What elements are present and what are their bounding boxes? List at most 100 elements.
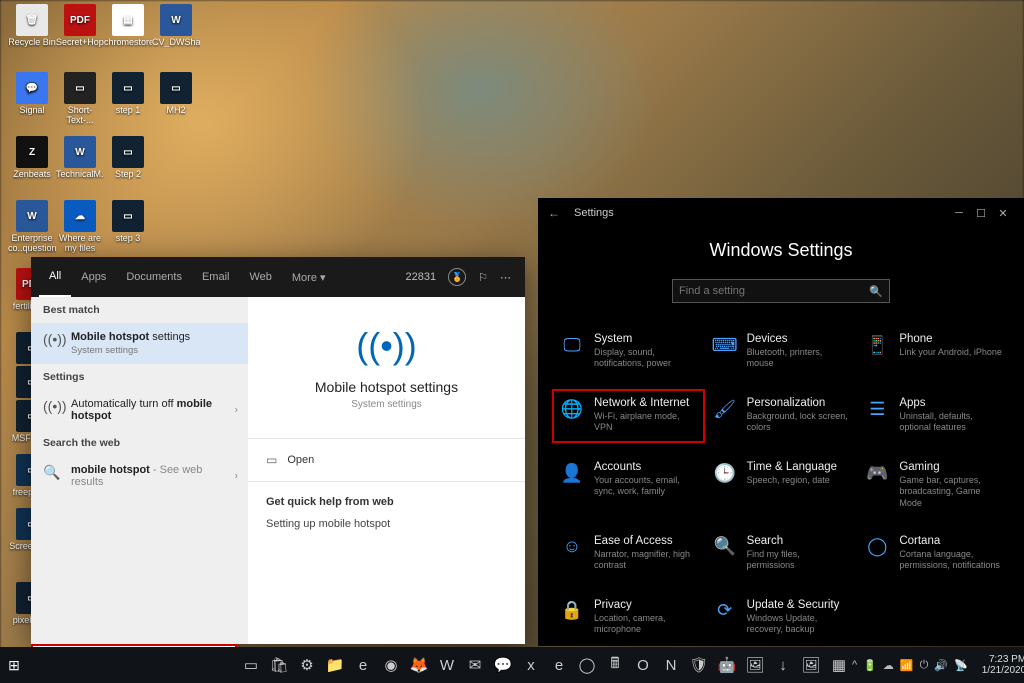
desktop-icon[interactable]: ▭step 1 <box>104 72 152 116</box>
desktop-icon[interactable]: ▭Short-Text-... <box>56 72 104 126</box>
settings-header: Settings <box>31 364 248 390</box>
taskbar-app-edge[interactable]: e <box>350 647 376 683</box>
desktop-icon[interactable]: 💬Signal <box>8 72 56 116</box>
category-search[interactable]: 🔍SearchFind my files, permissions <box>705 527 858 581</box>
help-link-setup-hotspot[interactable]: Setting up mobile hotspot <box>248 514 525 540</box>
search-icon: 🔍 <box>43 464 61 481</box>
search-tab-documents[interactable]: Documents <box>116 257 192 297</box>
close-button[interactable]: ✕ <box>992 207 1014 220</box>
minimize-button[interactable]: ─ <box>948 207 970 219</box>
desktop-icon[interactable]: ▭Step 2 <box>104 136 152 180</box>
taskbar-app-firefox[interactable]: 🦊 <box>406 647 432 683</box>
hotspot-icon: ((•)) <box>248 325 525 367</box>
taskbar-app-android[interactable]: 🤖 <box>714 647 740 683</box>
back-button[interactable]: ← <box>548 206 560 220</box>
taskbar-app-defender[interactable]: 🛡 <box>686 647 712 683</box>
tray-icon[interactable]: ⏻ <box>920 659 929 672</box>
result-auto-turn-off-hotspot[interactable]: ((•)) Automatically turn off mobile hots… <box>31 390 248 430</box>
taskbar-app-mail[interactable]: ✉ <box>462 647 488 683</box>
category-icon: ☺ <box>560 535 584 559</box>
taskbar-clock[interactable]: 7:23 PM 1/21/2020 <box>976 654 1024 676</box>
category-icon: 🔍 <box>713 535 737 559</box>
search-tab-email[interactable]: Email <box>192 257 240 297</box>
category-icon: 🕒 <box>713 461 737 485</box>
desktop-icon[interactable]: WEnterprise co..questions <box>8 200 56 254</box>
taskbar-app-word[interactable]: W <box>434 647 460 683</box>
search-tab-web[interactable]: Web <box>239 257 281 297</box>
category-cortana[interactable]: ◯CortanaCortana language, permissions, n… <box>857 527 1010 581</box>
category-accounts[interactable]: 👤AccountsYour accounts, email, sync, wor… <box>552 453 705 517</box>
taskbar-app-task-view[interactable]: ▭ <box>238 647 264 683</box>
taskbar-app-gallery2[interactable]: 🖼 <box>798 647 824 683</box>
open-button[interactable]: ▭ Open <box>248 439 525 482</box>
settings-titlebar[interactable]: ← Settings ─ ☐ ✕ <box>538 198 1024 228</box>
category-icon: ⟳ <box>713 599 737 623</box>
category-personalization[interactable]: 🖌PersonalizationBackground, lock screen,… <box>705 389 858 443</box>
tray-icon[interactable]: ^ <box>852 659 857 671</box>
taskbar-app-store[interactable]: 🛍 <box>266 647 292 683</box>
taskbar-app-xbox[interactable]: x <box>518 647 544 683</box>
category-network-internet[interactable]: 🌐Network & InternetWi-Fi, airplane mode,… <box>552 389 705 443</box>
rewards-points[interactable]: 22831 <box>406 271 437 283</box>
tray-icon[interactable]: 🔊 <box>934 659 948 672</box>
category-devices[interactable]: ⌨DevicesBluetooth, printers, mouse <box>705 325 858 379</box>
more-icon[interactable]: ⋯ <box>500 271 511 284</box>
settings-search-box[interactable]: 🔍 <box>672 279 890 303</box>
category-icon: 🖵 <box>560 333 584 357</box>
search-tab-apps[interactable]: Apps <box>71 257 116 297</box>
taskbar-app-app3[interactable]: ▦ <box>826 647 852 683</box>
search-tab-more[interactable]: More ▾ <box>282 257 336 297</box>
result-mobile-hotspot-settings[interactable]: ((•)) Mobile hotspot settings System set… <box>31 323 248 364</box>
taskbar-app-onenote[interactable]: N <box>658 647 684 683</box>
desktop-icon[interactable]: ☁Where are my files <box>56 200 104 254</box>
start-button[interactable]: ⊞ <box>0 647 28 683</box>
desktop-icon[interactable]: PDFSecret+Hop... <box>56 4 104 48</box>
search-tab-all[interactable]: All <box>39 257 71 297</box>
taskbar-app-outlook[interactable]: O <box>630 647 656 683</box>
desktop-icon[interactable]: WTechnicalM... <box>56 136 104 180</box>
category-system[interactable]: 🖵SystemDisplay, sound, notifications, po… <box>552 325 705 379</box>
system-tray[interactable]: ^ 🔋 ☁ 📶 ⏻ 🔊 📡 <box>852 659 968 672</box>
category-apps[interactable]: ☰AppsUninstall, defaults, optional featu… <box>857 389 1010 443</box>
taskbar-app-explorer[interactable]: 📁 <box>322 647 348 683</box>
quick-help-header: Get quick help from web <box>248 482 525 514</box>
category-phone[interactable]: 📱PhoneLink your Android, iPhone <box>857 325 1010 379</box>
window-title: Settings <box>574 207 614 219</box>
feedback-icon[interactable]: ⚐ <box>478 271 488 284</box>
settings-heading: Windows Settings <box>538 228 1024 279</box>
desktop-icon[interactable]: ▭step 3 <box>104 200 152 244</box>
category-time-language[interactable]: 🕒Time & LanguageSpeech, region, date <box>705 453 858 517</box>
desktop-icon[interactable]: WCV_DWShal... <box>152 4 200 48</box>
taskbar-app-torrent[interactable]: ↓ <box>770 647 796 683</box>
taskbar-app-calculator[interactable]: 🖩 <box>602 647 628 683</box>
desktop-icon[interactable]: ▭MH2 <box>152 72 200 116</box>
settings-search-input[interactable] <box>679 285 869 297</box>
desktop-icon[interactable]: 🗑Recycle Bin <box>8 4 56 48</box>
category-privacy[interactable]: 🔒PrivacyLocation, camera, microphone <box>552 591 705 645</box>
category-ease-of-access[interactable]: ☺Ease of AccessNarrator, magnifier, high… <box>552 527 705 581</box>
chevron-right-icon: › <box>235 471 238 482</box>
category-gaming[interactable]: 🎮GamingGame bar, captures, broadcasting,… <box>857 453 1010 517</box>
result-web-mobile-hotspot[interactable]: 🔍 mobile hotspot - See web results › <box>31 456 248 496</box>
desktop-icon[interactable]: ▦chromestore <box>104 4 152 48</box>
preview-title: Mobile hotspot settings <box>248 379 525 395</box>
desktop-icon[interactable]: ZZenbeats <box>8 136 56 180</box>
category-icon: ◯ <box>865 535 889 559</box>
taskbar-app-gallery[interactable]: 🖼 <box>742 647 768 683</box>
settings-category-grid: 🖵SystemDisplay, sound, notifications, po… <box>538 325 1024 645</box>
taskbar-app-edge-dev[interactable]: e <box>546 647 572 683</box>
taskbar-app-settings[interactable]: ⚙ <box>294 647 320 683</box>
tray-icon[interactable]: 📡 <box>954 659 968 672</box>
tray-icon[interactable]: 📶 <box>900 659 914 672</box>
search-tabs: AllAppsDocumentsEmailWebMore ▾ 22831 🏅 ⚐… <box>31 257 525 297</box>
rewards-icon[interactable]: 🏅 <box>448 268 466 286</box>
taskbar-app-messaging[interactable]: 💬 <box>490 647 516 683</box>
tray-icon[interactable]: ☁ <box>883 659 894 672</box>
category-update-security[interactable]: ⟳Update & SecurityWindows Update, recove… <box>705 591 858 645</box>
category-icon: 🔒 <box>560 599 584 623</box>
maximize-button[interactable]: ☐ <box>970 207 992 220</box>
tray-icon[interactable]: 🔋 <box>863 659 877 672</box>
search-icon: 🔍 <box>869 285 883 298</box>
taskbar-app-cortana[interactable]: ◯ <box>574 647 600 683</box>
taskbar-app-chrome[interactable]: ◉ <box>378 647 404 683</box>
